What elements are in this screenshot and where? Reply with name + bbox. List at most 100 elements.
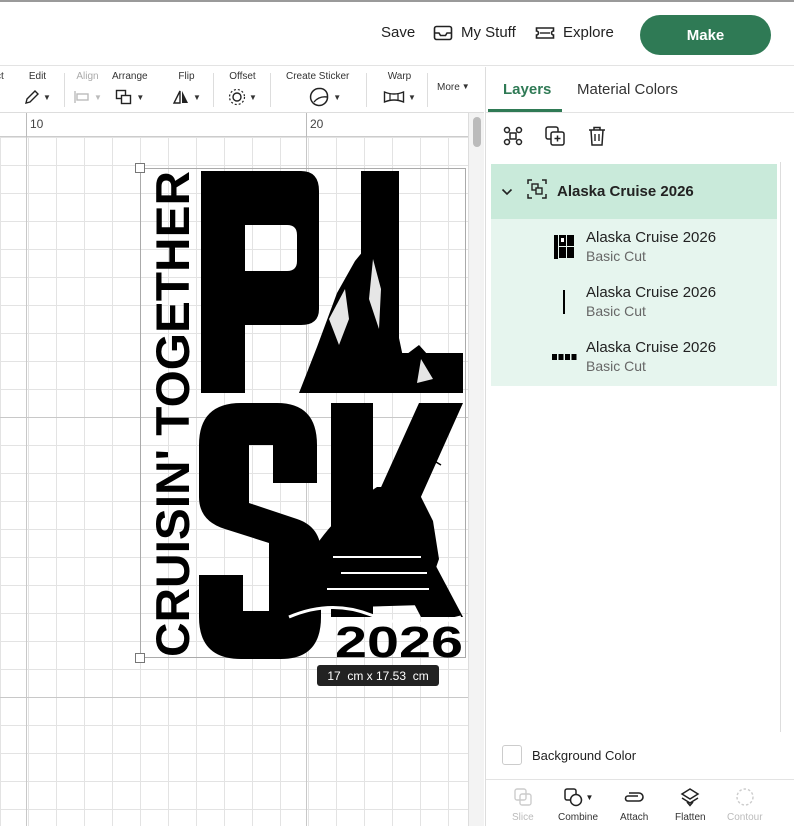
tab-layers[interactable]: Layers xyxy=(503,81,551,98)
layer-group-row[interactable]: Alaska Cruise 2026 xyxy=(491,164,777,219)
make-label: Make xyxy=(686,26,725,44)
attach-label: Attach xyxy=(620,812,649,823)
alaska-logo-thumbnail xyxy=(549,232,579,262)
background-color-toggle[interactable]: Background Color xyxy=(502,745,636,765)
my-stuff-button[interactable]: My Stuff xyxy=(433,24,516,41)
tab-material-colors[interactable]: Material Colors xyxy=(577,81,678,98)
ruler-label: 20 xyxy=(310,117,324,131)
top-bar: Save My Stuff Explore Make xyxy=(0,0,794,66)
chevron-down-icon: ▼ xyxy=(94,92,102,102)
explore-button[interactable]: Explore xyxy=(535,24,614,41)
slice-button[interactable]: Slice xyxy=(512,786,534,823)
select-tool[interactable]: ct xyxy=(0,71,4,85)
flip-label: Flip xyxy=(178,71,195,82)
contour-button[interactable]: Contour xyxy=(727,786,763,823)
layer-item[interactable]: Alaska Cruise 2026 Basic Cut xyxy=(491,329,777,384)
year-text: 2026 xyxy=(335,618,463,659)
group-icon[interactable] xyxy=(502,125,524,147)
align-tool[interactable]: Align ▼ xyxy=(73,71,102,109)
ticket-icon xyxy=(535,26,555,40)
letter-p-shape xyxy=(201,171,319,393)
warp-icon xyxy=(383,90,405,104)
select-label: ct xyxy=(0,71,4,82)
trash-icon[interactable] xyxy=(586,125,608,147)
ruler-label: 10 xyxy=(30,117,44,131)
edit-tool[interactable]: Edit ▼ xyxy=(24,71,51,109)
layer-name: Alaska Cruise 2026 xyxy=(586,229,717,246)
layer-type: Basic Cut xyxy=(586,303,646,319)
layer-item[interactable]: Alaska Cruise 2026 Basic Cut xyxy=(491,219,777,274)
side-text: CRUISIN' TOGETHER xyxy=(146,171,199,657)
layer-item[interactable]: Alaska Cruise 2026 Basic Cut xyxy=(491,274,777,329)
contour-label: Contour xyxy=(727,812,763,823)
duplicate-icon[interactable] xyxy=(544,125,566,147)
save-label: Save xyxy=(381,24,416,41)
edit-toolbar: ct Edit ▼ Align ▼ Arrange ▼ Flip ▼ Offse… xyxy=(0,67,484,113)
layer-bottom-toolbar: Slice ▼ Combine Attach Flatten Contour xyxy=(486,779,794,826)
chevron-down-icon: ▼ xyxy=(585,792,594,802)
layers-list: Alaska Cruise 2026 Alaska Cruise 2026 Ba… xyxy=(491,164,777,386)
background-color-label: Background Color xyxy=(532,747,637,763)
offset-tool[interactable]: Offset ▼ xyxy=(228,71,257,109)
edit-label: Edit xyxy=(28,71,47,82)
combine-button[interactable]: ▼ Combine xyxy=(558,786,598,823)
scrollbar-thumb[interactable] xyxy=(473,117,481,147)
arrange-tool[interactable]: Arrange ▼ xyxy=(112,71,148,109)
chevron-down-icon: ▼ xyxy=(249,92,257,102)
combine-label: Combine xyxy=(558,812,599,823)
align-label: Align xyxy=(76,71,99,82)
chevron-down-icon: ▼ xyxy=(408,92,416,102)
contour-icon xyxy=(736,788,754,806)
year-text-thumbnail xyxy=(549,342,579,372)
letter-s-shape xyxy=(199,403,321,659)
line-thumbnail xyxy=(549,287,579,317)
my-stuff-label: My Stuff xyxy=(461,24,516,41)
save-button[interactable]: Save xyxy=(381,24,415,41)
group-name: Alaska Cruise 2026 xyxy=(557,183,694,200)
attach-button[interactable]: Attach xyxy=(620,786,648,823)
combine-icon xyxy=(563,788,582,807)
warp-tool[interactable]: Warp ▼ xyxy=(383,71,416,109)
chevron-down-icon: ▼ xyxy=(333,92,342,102)
flatten-icon xyxy=(680,788,700,807)
chevron-down-icon: ▼ xyxy=(43,92,51,102)
arrange-label: Arrange xyxy=(112,71,148,82)
offset-label: Offset xyxy=(229,71,256,82)
resize-handle-bottom-left[interactable] xyxy=(135,653,145,663)
chevron-down-icon: ▼ xyxy=(193,92,201,102)
active-tab-indicator xyxy=(488,109,562,112)
chevron-down-icon: ▼ xyxy=(461,82,470,91)
layer-name: Alaska Cruise 2026 xyxy=(586,284,717,301)
warp-label: Warp xyxy=(387,71,412,82)
selected-design[interactable]: CRUISIN' TOGETHER 2026 xyxy=(135,163,466,667)
explore-label: Explore xyxy=(563,24,614,41)
flatten-label: Flatten xyxy=(675,812,706,823)
panel-tabs: Layers Material Colors xyxy=(486,67,794,113)
flatten-button[interactable]: Flatten xyxy=(675,786,706,823)
slice-label: Slice xyxy=(512,812,534,823)
size-readout: 17 cm x 17.53 cm xyxy=(317,665,439,686)
create-sticker-tool[interactable]: Create Sticker ▼ xyxy=(286,71,349,109)
sticker-icon xyxy=(310,87,329,107)
flip-tool[interactable]: Flip ▼ xyxy=(172,71,201,109)
resize-handle-top-left[interactable] xyxy=(135,163,145,173)
panel-scrollbar[interactable] xyxy=(780,162,781,732)
group-layer-icon xyxy=(527,179,547,204)
more-tool[interactable]: More ▼ xyxy=(437,82,470,96)
inbox-icon xyxy=(433,25,453,41)
flip-icon xyxy=(172,90,188,104)
make-button[interactable]: Make xyxy=(640,15,771,55)
align-icon xyxy=(74,91,89,103)
chevron-down-icon[interactable] xyxy=(501,183,513,201)
offset-icon xyxy=(228,88,246,106)
create-sticker-label: Create Sticker xyxy=(286,71,350,82)
layer-type: Basic Cut xyxy=(586,358,646,374)
chevron-down-icon: ▼ xyxy=(136,92,145,102)
layer-name: Alaska Cruise 2026 xyxy=(586,339,717,356)
alaska-cruise-artwork: CRUISIN' TOGETHER 2026 xyxy=(146,171,463,667)
background-color-checkbox[interactable] xyxy=(502,745,522,765)
arrange-icon xyxy=(116,89,132,105)
canvas-scrollbar[interactable] xyxy=(468,113,484,826)
layers-panel: Layers Material Colors Alaska Cruise 202… xyxy=(485,67,794,826)
slice-icon xyxy=(514,788,532,806)
